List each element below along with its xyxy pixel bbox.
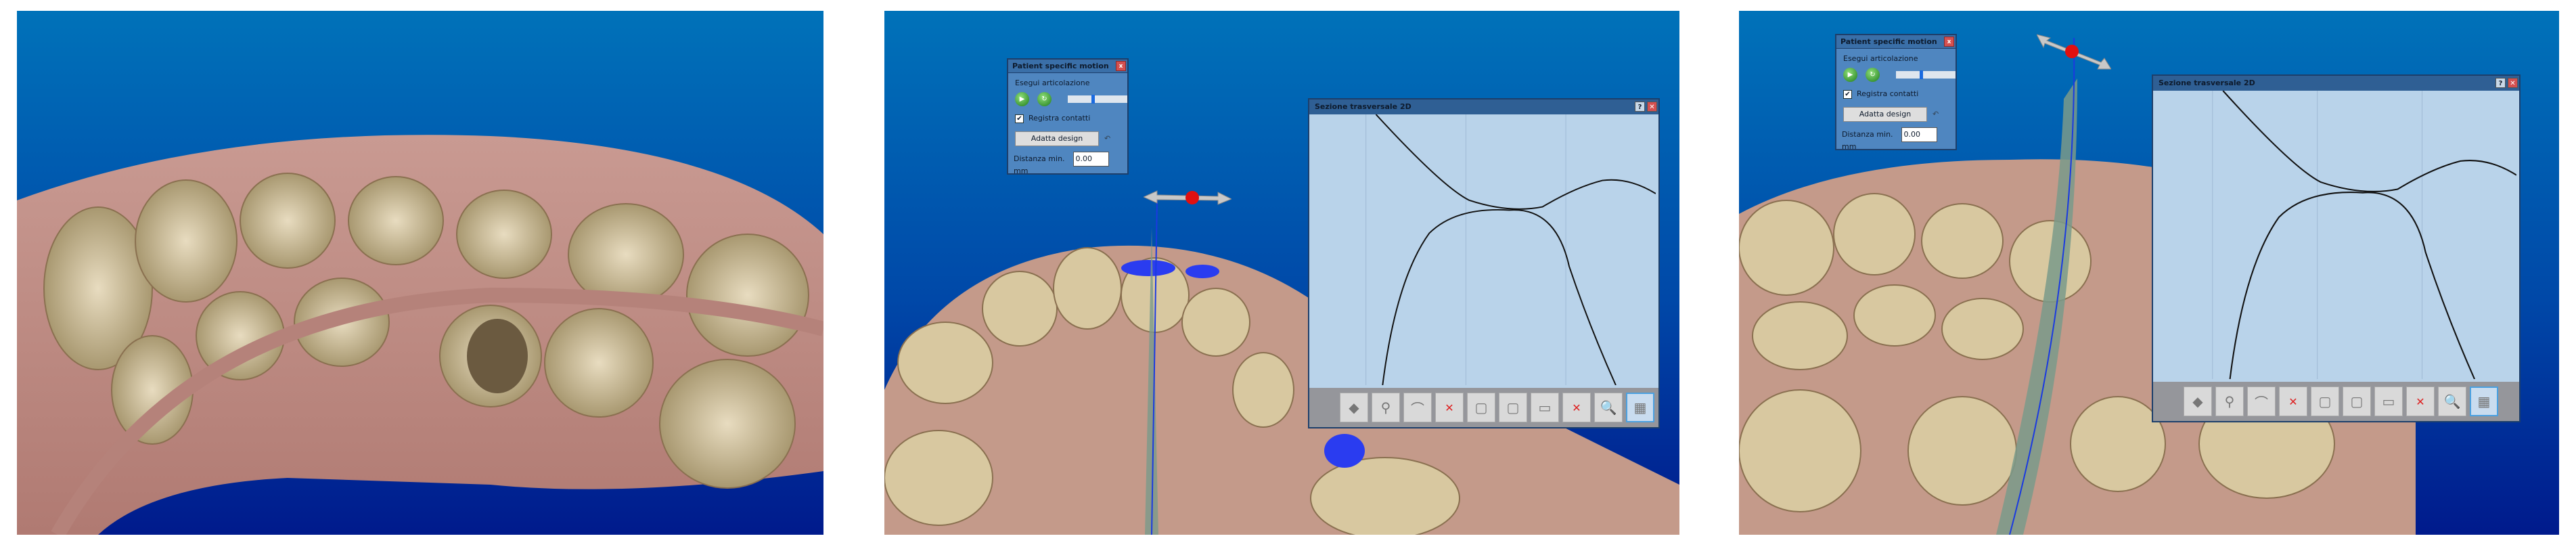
section-title: Sezione trasversale 2D [2159,79,2255,87]
magnifier-tool-button[interactable]: 🔍 [1594,393,1623,422]
play-icon[interactable]: ▶ [1843,68,1857,82]
thickness-tool-button[interactable]: ▭ [1531,393,1559,422]
section-title-bar[interactable]: Sezione trasversale 2D ? ✕ [1309,100,1658,114]
refresh-icon[interactable]: ↻ [1866,68,1880,82]
articulation-slider[interactable] [1068,95,1127,104]
remove-cap-tool-icon: ✕ [1445,401,1454,414]
articulation-label: Esegui articolazione [1015,79,1090,87]
section-toolbar: ◆ ⚲ ⌒ ✕ ▢ ▢ ▭ ✕ 🔍 ▦ [2153,382,2519,421]
help-icon[interactable]: ? [1635,102,1645,112]
dialog-title: Patient specific motion [1012,62,1109,70]
dialog-title-bar[interactable]: Patient specific motion x [1836,35,1956,49]
min-distance-input[interactable]: 0.00 [1072,152,1109,167]
record-contacts-checkbox[interactable]: ✔ [1843,89,1852,99]
crown-profile [1382,208,1617,385]
tooth-light-tool-button[interactable]: ▢ [1467,393,1495,422]
motion-widget[interactable] [2036,31,2112,70]
remove-cap-tool-button[interactable]: ✕ [1435,393,1464,422]
tooth-tool-icon: ▢ [1506,399,1520,416]
play-icon[interactable]: ▶ [1015,92,1029,106]
axis-tool-button[interactable]: ⚲ [1372,393,1400,422]
magnifier-tool-icon: 🔍 [2443,393,2461,410]
cross-section-plot [2212,91,2516,379]
cross-section-2d-window: Sezione trasversale 2D ? ✕ ◆ ⚲ ⌒ ✕ ▢ ▢ ▭ ✕ 🔍 ▦ [2152,74,2521,422]
undo-icon[interactable]: ↶ [1104,134,1110,143]
surface-tool-icon: ◆ [1349,399,1359,416]
close-icon[interactable]: ✕ [1647,102,1657,112]
tooth-tool-icon: ▢ [2350,393,2364,410]
patient-specific-motion-dialog: Patient specific motion x Esegui articola… [1835,34,1957,151]
section-title: Sezione trasversale 2D [1315,102,1411,111]
slider-thumb[interactable] [1920,70,1924,79]
magnifier-tool-button[interactable]: 🔍 [2438,387,2466,416]
grid-tool-button[interactable]: ▦ [1626,393,1654,422]
cap-tool-icon: ⌒ [2255,394,2268,411]
axis-tool-icon: ⚲ [1380,399,1391,416]
unit-label: mm [1014,167,1029,175]
remove-connector-tool-button[interactable]: ✕ [1562,393,1591,422]
axis-tool-button[interactable]: ⚲ [2215,387,2244,416]
surface-tool-button[interactable]: ◆ [2184,387,2212,416]
magnifier-tool-icon: 🔍 [1600,399,1617,416]
remove-connector-tool-button[interactable]: ✕ [2406,387,2435,416]
adapt-design-button[interactable]: Adatta design [1843,107,1927,122]
dialog-title-bar[interactable]: Patient specific motion x [1008,60,1127,73]
min-distance-label: Distanza min. [1014,154,1065,163]
cross-section-2d-window: Sezione trasversale 2D ? ✕ ◆ ⚲ ⌒ ✕ ▢ ▢ ▭ ✕ 🔍 ▦ [1308,98,1660,428]
close-icon[interactable]: x [1116,61,1126,71]
undo-icon[interactable]: ↶ [1933,110,1939,118]
min-distance-label: Distanza min. [1842,130,1893,139]
dialog-title: Patient specific motion [1840,37,1937,46]
grid-tool-icon: ▦ [1633,399,1647,416]
motion-widget[interactable] [1142,188,1233,205]
close-icon[interactable]: x [1944,37,1954,47]
help-icon[interactable]: ? [2495,78,2506,88]
slider-thumb[interactable] [1091,95,1095,104]
dental-model-3d [17,135,823,535]
tooth-light-tool-button[interactable]: ▢ [2311,387,2339,416]
close-icon[interactable]: ✕ [2508,78,2518,88]
record-contacts-label: Registra contatti [1857,89,1919,98]
section-toolbar: ◆ ⚲ ⌒ ✕ ▢ ▢ ▭ ✕ 🔍 ▦ [1309,388,1658,427]
surface-tool-button[interactable]: ◆ [1340,393,1368,422]
adapt-design-button[interactable]: Adatta design [1015,131,1099,146]
articulation-slider[interactable] [1896,70,1956,79]
tooth-tool-button[interactable]: ▢ [1499,393,1527,422]
viewport-motion-1[interactable]: Patient specific motion x Esegui articola… [884,11,1679,535]
remove-connector-tool-icon: ✕ [1572,401,1581,414]
remove-connector-tool-icon: ✕ [2416,395,2425,408]
remove-cap-tool-icon: ✕ [2288,395,2298,408]
antagonist-profile [1375,114,1656,210]
patient-specific-motion-dialog: Patient specific motion x Esegui articola… [1007,58,1129,175]
surface-tool-icon: ◆ [2192,393,2203,410]
refresh-icon[interactable]: ↻ [1037,92,1052,106]
thickness-tool-button[interactable]: ▭ [2374,387,2403,416]
axis-tool-icon: ⚲ [2224,393,2235,410]
viewport-motion-2[interactable]: Patient specific motion x Esegui articola… [1739,11,2559,535]
grid-tool-button[interactable]: ▦ [2470,387,2498,416]
thickness-tool-icon: ▭ [1538,399,1552,416]
tooth-tool-button[interactable]: ▢ [2343,387,2371,416]
crown-profile [2229,192,2475,379]
cap-tool-button[interactable]: ⌒ [2247,387,2276,416]
tooth-light-tool-icon: ▢ [1474,399,1488,416]
unit-label: mm [1842,142,1857,151]
articulation-label: Esegui articolazione [1843,54,1918,63]
record-contacts-label: Registra contatti [1029,114,1091,123]
section-title-bar[interactable]: Sezione trasversale 2D ? ✕ [2153,76,2519,91]
record-contacts-checkbox[interactable]: ✔ [1015,114,1024,123]
cap-tool-button[interactable]: ⌒ [1403,393,1432,422]
thickness-tool-icon: ▭ [2382,393,2395,410]
cross-section-plot [1365,114,1656,385]
tooth-light-tool-icon: ▢ [2318,393,2332,410]
remove-cap-tool-button[interactable]: ✕ [2279,387,2307,416]
min-distance-input[interactable]: 0.00 [1901,127,1937,142]
cap-tool-icon: ⌒ [1411,400,1424,417]
viewport-occlusal[interactable] [17,11,823,535]
grid-tool-icon: ▦ [2477,393,2491,410]
antagonist-profile [2222,91,2516,192]
